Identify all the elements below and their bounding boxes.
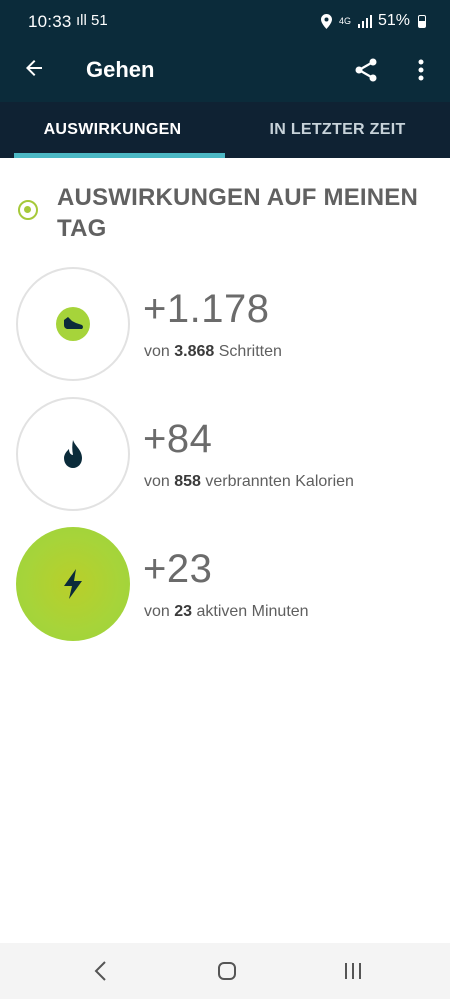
steps-description: von 3.868 Schritten — [144, 343, 282, 360]
system-nav-bar — [0, 943, 450, 999]
nav-back-icon[interactable] — [86, 957, 116, 985]
steps-circle — [16, 267, 130, 381]
battery-percent: 51% — [377, 12, 410, 29]
target-dot-icon — [18, 200, 38, 220]
status-time: 10:33 — [28, 12, 72, 31]
more-options-icon[interactable] — [410, 56, 432, 84]
status-left-indicators: ıll 51 — [76, 12, 108, 29]
flame-icon — [64, 440, 82, 468]
app-bar: Gehen — [0, 40, 450, 102]
status-right: 4G 51% — [320, 12, 426, 30]
active-tab-indicator — [14, 153, 225, 158]
battery-icon — [418, 14, 426, 28]
lightning-icon — [64, 569, 82, 599]
network-type: 4G — [338, 15, 351, 26]
active-minutes-total: 23 — [174, 603, 193, 620]
status-bar: 10:33 ıll 51 4G 51% — [0, 0, 450, 40]
shoe-icon — [56, 307, 90, 341]
active-minutes-circle — [16, 527, 130, 641]
metric-steps: +1.178 von 3.868 Schritten — [16, 267, 436, 381]
calories-description: von 858 verbrannten Kalorien — [144, 473, 354, 490]
tab-in-letzter-zeit[interactable]: IN LETZTER ZEIT — [225, 102, 450, 158]
nav-recents-icon[interactable] — [338, 957, 368, 985]
active-minutes-description: von 23 aktiven Minuten — [144, 603, 309, 620]
page-title: Gehen — [86, 57, 155, 82]
active-minutes-value: +23 — [143, 547, 213, 591]
metric-active-minutes: +23 von 23 aktiven Minuten — [16, 527, 436, 641]
tab-auswirkungen[interactable]: AUSWIRKUNGEN — [0, 102, 225, 158]
calories-total: 858 — [174, 473, 201, 490]
nav-home-icon[interactable] — [212, 957, 242, 985]
location-icon — [320, 13, 332, 29]
back-arrow-icon[interactable] — [22, 56, 46, 80]
tab-bar: AUSWIRKUNGEN IN LETZTER ZEIT — [0, 102, 450, 158]
section-title: AUSWIRKUNGEN AUF MEINEN TAG — [57, 184, 419, 242]
share-icon[interactable] — [352, 56, 380, 84]
steps-total: 3.868 — [174, 343, 215, 360]
metric-calories: +84 von 858 verbrannten Kalorien — [16, 397, 436, 511]
signal-icon — [357, 14, 372, 28]
steps-value: +1.178 — [143, 287, 270, 331]
calories-circle — [16, 397, 130, 511]
calories-value: +84 — [143, 417, 213, 461]
